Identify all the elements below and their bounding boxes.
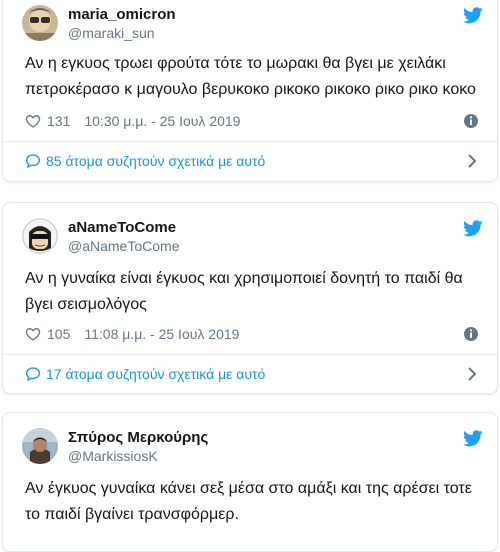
- tweet-meta: 105 11:08 μ.μ. - 25 Ιουλ 2019: [25, 324, 479, 344]
- chevron-right-icon: [468, 154, 477, 168]
- twitter-bird-icon[interactable]: [463, 430, 483, 447]
- tweet-text: Αν η γυναίκα είναι έγκυος και χρησιμοποι…: [25, 270, 463, 313]
- author-names: Σπύρος Μερκούρης @MarkissiosK: [68, 429, 208, 465]
- discussion-label: 85 άτομα συζητούν σχετικά με αυτό: [46, 153, 266, 169]
- user-handle[interactable]: @maraki_sun: [68, 24, 176, 42]
- tweet-header: Σπύρος Μερκούρης @MarkissiosK: [22, 428, 483, 468]
- like-count: 131: [47, 113, 71, 129]
- info-icon[interactable]: [463, 113, 479, 129]
- like-count: 105: [47, 326, 71, 342]
- tweet-timestamp[interactable]: 10:30 μ.μ. - 25 Ιουλ 2019: [84, 113, 240, 129]
- tweet-header: maria_omicron @maraki_sun: [22, 5, 483, 45]
- divider: [3, 354, 497, 355]
- user-handle[interactable]: @aNameToCome: [68, 237, 179, 255]
- heart-icon[interactable]: [25, 326, 41, 342]
- discussion-link[interactable]: 17 άτομα συζητούν σχετικά με αυτό: [25, 364, 479, 384]
- avatar[interactable]: [22, 428, 58, 464]
- twitter-bird-icon[interactable]: [463, 220, 483, 237]
- avatar[interactable]: [22, 5, 58, 41]
- display-name[interactable]: maria_omicron: [68, 6, 176, 24]
- tweet-meta: 131 10:30 μ.μ. - 25 Ιουλ 2019: [25, 111, 479, 131]
- tweet-card-2[interactable]: aNameToCome @aNameToCome Αν η γυναίκα εί…: [2, 202, 498, 394]
- heart-icon[interactable]: [25, 113, 41, 129]
- avatar[interactable]: [22, 218, 58, 254]
- info-icon[interactable]: [463, 326, 479, 342]
- display-name[interactable]: Σπύρος Μερκούρης: [68, 429, 208, 447]
- tweet-text: Αν έγκυος γυναίκα κάνει σεξ μέσα στο αμά…: [25, 480, 472, 523]
- speech-bubble-icon: [25, 367, 41, 382]
- tweet-timestamp[interactable]: 11:08 μ.μ. - 25 Ιουλ 2019: [84, 326, 239, 342]
- chevron-right-icon: [468, 367, 477, 381]
- discussion-link[interactable]: 85 άτομα συζητούν σχετικά με αυτό: [25, 151, 479, 171]
- tweet-header: aNameToCome @aNameToCome: [22, 218, 483, 258]
- author-names: aNameToCome @aNameToCome: [68, 219, 179, 255]
- twitter-bird-icon[interactable]: [463, 7, 483, 24]
- author-names: maria_omicron @maraki_sun: [68, 6, 176, 42]
- user-handle[interactable]: @MarkissiosK: [68, 447, 208, 465]
- display-name[interactable]: aNameToCome: [68, 219, 179, 237]
- tweet-card-1[interactable]: maria_omicron @maraki_sun Αν η εγκυος τρ…: [2, 0, 498, 182]
- discussion-label: 17 άτομα συζητούν σχετικά με αυτό: [46, 366, 266, 382]
- tweet-text: Αν η εγκυος τρωει φρούτα τότε το μωρακι …: [25, 55, 476, 98]
- tweet-card-3[interactable]: Σπύρος Μερκούρης @MarkissiosK Αν έγκυος …: [2, 412, 498, 552]
- speech-bubble-icon: [25, 154, 41, 169]
- divider: [3, 141, 497, 142]
